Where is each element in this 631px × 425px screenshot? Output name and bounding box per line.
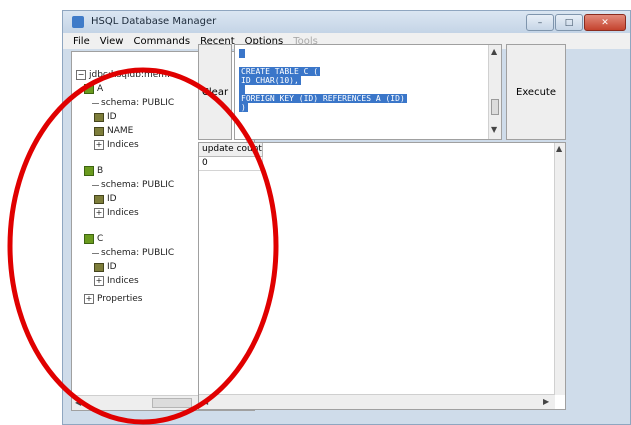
minimize-button[interactable]: – xyxy=(526,14,554,31)
results-horizontal-scrollbar[interactable]: ◀ ▶ xyxy=(199,394,555,409)
sql-line: ID CHAR(10), xyxy=(239,76,301,85)
sql-editor[interactable]: CREATE TABLE C ( ID CHAR(10), FOREIGN KE… xyxy=(234,44,502,140)
scroll-down-icon[interactable]: ▼ xyxy=(491,125,497,134)
clear-button[interactable]: Clear xyxy=(198,44,232,140)
maximize-button[interactable]: □ xyxy=(555,14,583,31)
sql-line: FOREIGN KEY (ID) REFERENCES A (ID) xyxy=(239,94,407,103)
results-column-header[interactable]: update count xyxy=(199,143,263,157)
expand-icon[interactable]: + xyxy=(94,276,104,286)
scroll-up-icon[interactable]: ▲ xyxy=(556,144,562,153)
tree-schema-label: schema: PUBLIC xyxy=(101,180,175,190)
tree-line xyxy=(92,184,99,186)
table-icon xyxy=(84,234,94,244)
expand-icon[interactable]: + xyxy=(94,140,104,150)
menu-file[interactable]: File xyxy=(73,36,90,47)
tree-indices-a[interactable]: + Indices xyxy=(94,138,139,152)
column-icon xyxy=(94,112,104,122)
sql-line xyxy=(239,49,245,58)
tree-schema-a[interactable]: schema: PUBLIC xyxy=(92,96,174,110)
sql-line xyxy=(239,85,245,94)
results-cell[interactable]: 0 xyxy=(199,157,263,171)
scroll-left-icon[interactable]: ◀ xyxy=(202,397,208,406)
tree-column-b-id[interactable]: ID xyxy=(94,192,117,206)
window-title: HSQL Database Manager xyxy=(91,16,217,27)
tree-column-label: ID xyxy=(107,194,117,204)
sql-line: CREATE TABLE C ( xyxy=(239,67,321,76)
menu-view[interactable]: View xyxy=(100,36,124,47)
scroll-thumb[interactable] xyxy=(491,99,499,115)
tree-table-b[interactable]: B xyxy=(84,164,103,178)
table-icon xyxy=(84,84,94,94)
tree-column-a-id[interactable]: ID xyxy=(94,110,117,124)
tree-column-a-name[interactable]: NAME xyxy=(94,124,133,138)
scroll-thumb[interactable] xyxy=(152,398,192,408)
collapse-icon[interactable]: − xyxy=(76,70,86,80)
tree-properties[interactable]: + Properties xyxy=(84,292,142,306)
results-table[interactable]: update count 0 ▲ ◀ ▶ xyxy=(198,142,566,410)
tree-column-label: ID xyxy=(107,112,117,122)
tree-root-label: jdbc:hsqldb:mem: xyxy=(89,70,171,80)
sql-line: ) xyxy=(239,103,248,112)
sql-scrollbar[interactable]: ▲ ▼ xyxy=(488,45,501,139)
app-icon xyxy=(72,16,84,28)
tree-column-label: NAME xyxy=(107,126,134,136)
tree-column-c-id[interactable]: ID xyxy=(94,260,117,274)
tree-schema-c[interactable]: schema: PUBLIC xyxy=(92,246,174,260)
tree-properties-label: Properties xyxy=(97,294,143,304)
scroll-right-icon[interactable]: ▶ xyxy=(543,397,549,406)
tree-indices-c[interactable]: + Indices xyxy=(94,274,139,288)
tree-indices-label: Indices xyxy=(107,140,139,150)
column-icon xyxy=(94,194,104,204)
tree-schema-label: schema: PUBLIC xyxy=(101,248,175,258)
tree-line xyxy=(92,102,99,104)
tree-column-label: ID xyxy=(107,262,117,272)
expand-icon[interactable]: + xyxy=(94,208,104,218)
scroll-left-icon[interactable]: ◀ xyxy=(75,398,81,407)
column-icon xyxy=(94,262,104,272)
tree-table-a[interactable]: A xyxy=(84,82,103,96)
tree-line xyxy=(92,252,99,254)
expand-icon[interactable]: + xyxy=(84,294,94,304)
tree-indices-b[interactable]: + Indices xyxy=(94,206,139,220)
menu-commands[interactable]: Commands xyxy=(133,36,190,47)
tree-table-c[interactable]: C xyxy=(84,232,103,246)
table-icon xyxy=(84,166,94,176)
title-bar: HSQL Database Manager – □ ✕ xyxy=(63,11,630,33)
tree-table-label: A xyxy=(97,84,104,94)
tree-indices-label: Indices xyxy=(107,276,139,286)
tree-indices-label: Indices xyxy=(107,208,139,218)
execute-button[interactable]: Execute xyxy=(506,44,566,140)
tree-table-label: B xyxy=(97,166,104,176)
scroll-up-icon[interactable]: ▲ xyxy=(491,47,497,56)
tree-root[interactable]: − jdbc:hsqldb:mem: xyxy=(76,68,170,82)
tree-table-label: C xyxy=(97,234,104,244)
column-icon xyxy=(94,126,104,136)
results-vertical-scrollbar[interactable]: ▲ xyxy=(554,143,565,395)
close-button[interactable]: ✕ xyxy=(584,14,626,31)
tree-schema-b[interactable]: schema: PUBLIC xyxy=(92,178,174,192)
tree-schema-label: schema: PUBLIC xyxy=(101,98,175,108)
